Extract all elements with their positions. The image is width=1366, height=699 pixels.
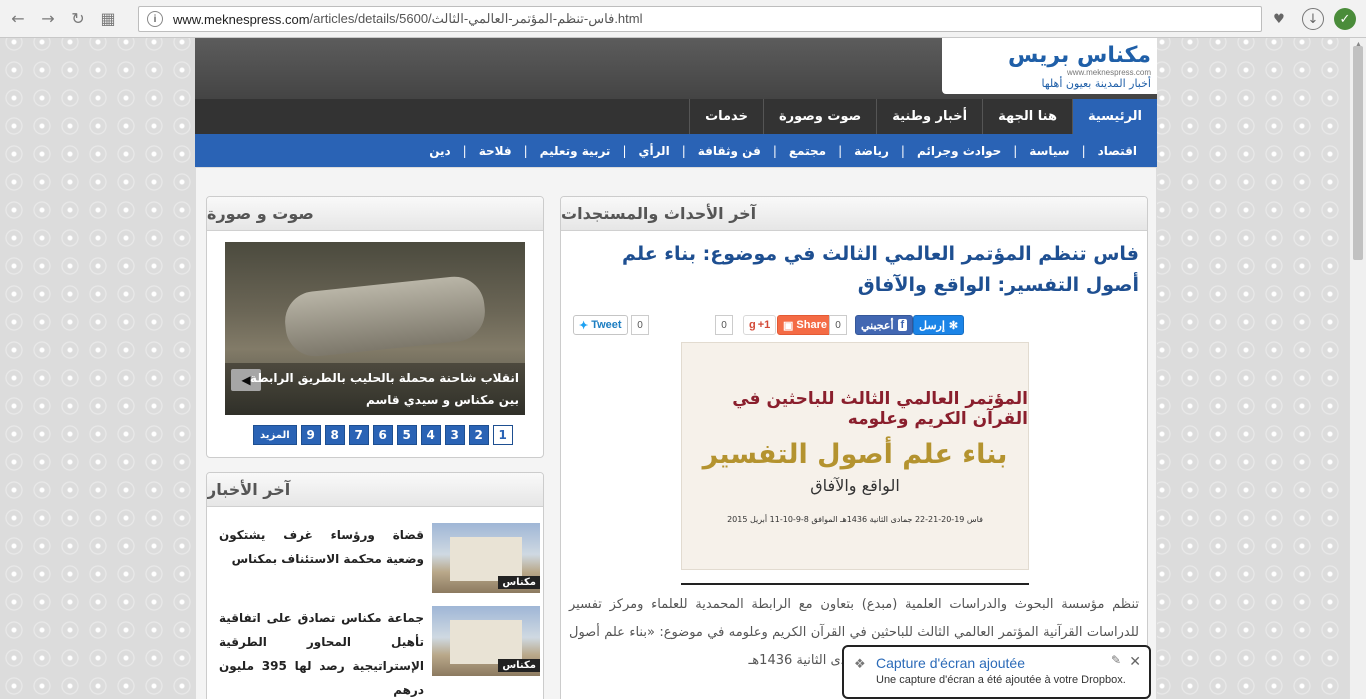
messenger-label: إرسل — [919, 319, 945, 332]
news-item[interactable]: مكناس قضاة ورؤساء غرف يشتكون وضعية محكمة… — [215, 523, 540, 595]
news-thumbnail[interactable]: مكناس — [432, 523, 540, 593]
news-thumbnail[interactable]: مكناس — [432, 606, 540, 676]
apps-icon[interactable]: ▦ — [96, 7, 120, 31]
poster-line-4: فاس 19-20-21-22 جمادى الثانية 1436هـ الم… — [727, 514, 983, 524]
subnav-sports[interactable]: رياضة — [842, 144, 901, 158]
article-title[interactable]: فاس تنظم المؤتمر العالمي الثالث في موضوع… — [561, 231, 1147, 301]
image-divider — [681, 583, 1029, 585]
gplus-count: 0 — [715, 315, 733, 335]
url-host: www.meknespress.com — [173, 11, 310, 27]
page-4[interactable]: 4 — [420, 425, 441, 445]
browser-toolbar: ← → ↻ ▦ i www.meknespress.com/articles/d… — [0, 0, 1366, 38]
address-bar[interactable]: i www.meknespress.com/articles/details/5… — [138, 6, 1262, 32]
notification-body: Une capture d'écran a été ajoutée à votr… — [876, 674, 1126, 686]
forward-icon[interactable]: → — [36, 7, 60, 31]
dropbox-icon: ❖ — [854, 656, 866, 671]
logo-tagline: أخبار المدينة بعيون أهلها — [1041, 77, 1151, 90]
news-headline[interactable]: جماعة مكناس تصادق على اتفاقية تأهيل المح… — [219, 606, 424, 699]
gplus-button[interactable]: g +1 — [743, 315, 777, 335]
main-nav: الرئيسية هنا الجهة أخبار وطنية صوت وصورة… — [195, 99, 1157, 134]
share-button[interactable]: ▣ Share — [777, 315, 833, 335]
messenger-button[interactable]: إرسل ✻ — [913, 315, 965, 335]
news-tag: مكناس — [498, 576, 540, 589]
download-icon[interactable]: ↓ — [1302, 8, 1324, 30]
article-image: المؤتمر العالمي الثالث للباحثين في القرآ… — [681, 342, 1029, 570]
sub-nav: اقتصاد | سياسة | حوادث وجرائم | رياضة | … — [195, 134, 1157, 167]
nav-services[interactable]: خدمات — [689, 99, 763, 134]
page-1[interactable]: 1 — [492, 425, 513, 445]
url-path: /articles/details/5600/فاس-تنظم-المؤتمر-… — [309, 11, 643, 26]
notification-title: Capture d'écran ajoutée — [876, 655, 1025, 671]
tweet-button[interactable]: ✦ Tweet — [573, 315, 628, 335]
page-7[interactable]: 7 — [348, 425, 369, 445]
video-caption[interactable]: انقلاب شاحنة محملة بالحليب بالطريق الراب… — [225, 363, 525, 415]
tweet-count: 0 — [631, 315, 649, 335]
facebook-icon: f — [897, 319, 908, 331]
back-icon[interactable]: ← — [6, 7, 30, 31]
subnav-education[interactable]: تربية وتعليم — [528, 144, 623, 158]
info-icon[interactable]: i — [147, 11, 163, 27]
gplus-icon: g — [749, 319, 756, 331]
close-icon[interactable]: ✕ — [1129, 653, 1141, 670]
nav-home[interactable]: الرئيسية — [1071, 99, 1157, 134]
page-6[interactable]: 6 — [372, 425, 393, 445]
news-item[interactable]: مكناس جماعة مكناس تصادق على اتفاقية تأهي… — [215, 606, 540, 697]
heart-icon[interactable]: ♥ — [1268, 8, 1290, 30]
logo-word: مكناس بريس — [1008, 43, 1151, 68]
video-player[interactable]: ◀ انقلاب شاحنة محملة بالحليب بالطريق الر… — [225, 242, 525, 415]
page-5[interactable]: 5 — [396, 425, 417, 445]
subnav-accidents[interactable]: حوادث وجرائم — [905, 144, 1013, 158]
video-panel-header: صوت و صورة — [207, 197, 543, 231]
subnav-politics[interactable]: سياسة — [1017, 144, 1081, 158]
nav-national[interactable]: أخبار وطنية — [876, 99, 982, 134]
site-logo[interactable]: مكناس بريس www.meknespress.com أخبار الم… — [942, 38, 1157, 94]
share-row: ✦ Tweet 0 0 g +1 ▣ Share 0 أعجبني f إرسل… — [573, 315, 1147, 337]
facebook-count: 0 — [829, 315, 847, 335]
gplus-label: +1 — [757, 319, 771, 331]
subnav-society[interactable]: مجتمع — [777, 144, 838, 158]
subnav-culture[interactable]: فن وثقافة — [686, 144, 773, 158]
nav-region[interactable]: هنا الجهة — [982, 99, 1072, 134]
messenger-icon: ✻ — [948, 319, 959, 332]
article-panel: آخر الأحداث والمستجدات فاس تنظم المؤتمر … — [560, 196, 1148, 699]
facebook-like-button[interactable]: أعجبني f — [855, 315, 914, 335]
article-panel-header: آخر الأحداث والمستجدات — [561, 197, 1147, 231]
scroll-thumb[interactable] — [1353, 46, 1363, 260]
logo-url: www.meknespress.com — [1066, 68, 1151, 77]
page-scrollbar[interactable]: ▲ — [1349, 38, 1366, 699]
page-2[interactable]: 2 — [468, 425, 489, 445]
site-header: مكناس بريس www.meknespress.com أخبار الم… — [195, 38, 1157, 99]
nav-media[interactable]: صوت وصورة — [762, 99, 876, 134]
news-headline[interactable]: قضاة ورؤساء غرف يشتكون وضعية محكمة الاست… — [219, 523, 424, 571]
subnav-agriculture[interactable]: فلاحة — [467, 144, 524, 158]
page-9[interactable]: 9 — [300, 425, 321, 445]
news-panel: آخر الأخبار مكناس قضاة ورؤساء غرف يشتكون… — [206, 472, 544, 699]
twitter-icon: ✦ — [579, 319, 589, 332]
news-thumb-building — [450, 537, 522, 581]
content-area: آخر الأحداث والمستجدات فاس تنظم المؤتمر … — [195, 167, 1157, 699]
news-panel-header: آخر الأخبار — [207, 473, 543, 507]
page-3[interactable]: 3 — [444, 425, 465, 445]
news-tag: مكناس — [498, 659, 540, 672]
poster-line-2: بناء علم أصول التفسير — [702, 438, 1008, 470]
share-label: Share — [796, 319, 827, 331]
page-8[interactable]: 8 — [324, 425, 345, 445]
pin-icon[interactable]: ✎ — [1111, 653, 1121, 667]
subnav-religion[interactable]: دين — [417, 144, 462, 158]
more-videos-button[interactable]: المزيد — [253, 425, 297, 445]
subnav-opinion[interactable]: الرأي — [626, 144, 681, 158]
site-wrapper: مكناس بريس www.meknespress.com أخبار الم… — [195, 38, 1157, 699]
facebook-label: أعجبني — [861, 319, 894, 332]
video-panel: صوت و صورة ◀ انقلاب شاحنة محملة بالحليب … — [206, 196, 544, 458]
news-thumb-building — [450, 620, 522, 664]
reload-icon[interactable]: ↻ — [66, 7, 90, 31]
tweet-label: Tweet — [591, 319, 622, 331]
dropbox-notification[interactable]: ❖ ✎ ✕ Capture d'écran ajoutée Une captur… — [842, 645, 1151, 699]
poster-line-3: الواقع والآفاق — [810, 475, 900, 495]
video-pager: 1 2 3 4 5 6 7 8 9 المزيد — [253, 425, 513, 445]
extension-icon[interactable]: ✓ — [1334, 8, 1356, 30]
subnav-economy[interactable]: اقتصاد — [1086, 144, 1149, 158]
poster-line-1: المؤتمر العالمي الثالث للباحثين في القرآ… — [732, 388, 1028, 429]
share-plus-icon: ▣ — [783, 319, 794, 332]
